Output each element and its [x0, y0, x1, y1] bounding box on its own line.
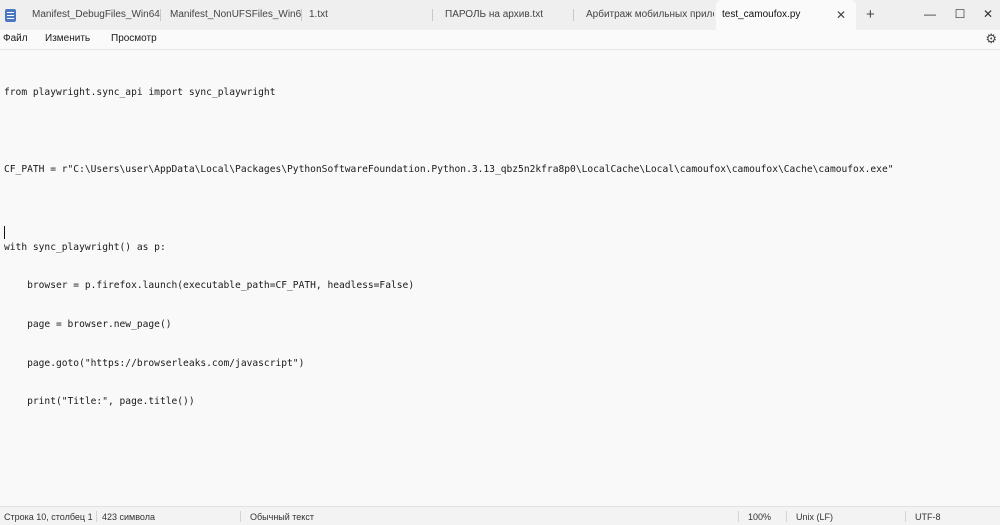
status-separator	[786, 511, 787, 522]
code-line: page = browser.new_page()	[4, 319, 172, 331]
notepad-app-icon	[5, 9, 16, 22]
tab-label: ПАРОЛЬ на архив.txt	[445, 9, 543, 20]
code-line: with sync_playwright() as p:	[4, 241, 166, 253]
text-editor[interactable]: from playwright.sync_api import sync_pla…	[0, 50, 1000, 506]
tab-parol-na-arhiv[interactable]: ПАРОЛЬ на архив.txt	[433, 0, 573, 30]
character-count: 423 символа	[102, 512, 155, 522]
text-caret	[4, 226, 5, 239]
status-bar: Строка 10, столбец 1 423 символа Обычный…	[0, 506, 1000, 525]
status-separator	[905, 511, 906, 522]
code-line: CF_PATH = r"C:\Users\user\AppData\Local\…	[4, 164, 894, 176]
close-icon[interactable]: ✕	[836, 0, 846, 30]
tab-test-camoufox[interactable]: test_camoufox.py ✕	[716, 0, 856, 30]
close-window-button[interactable]: ✕	[973, 0, 1000, 30]
menu-bar: Файл Изменить Просмотр ⚙	[0, 30, 1000, 50]
minimize-button[interactable]: —	[915, 0, 945, 30]
status-separator	[240, 511, 241, 522]
code-line: page.goto("https://browserleaks.com/java…	[4, 357, 305, 369]
code-line: from playwright.sync_api import sync_pla…	[4, 86, 276, 98]
encoding[interactable]: UTF-8	[915, 512, 941, 522]
tab-manifest-nonufsfiles[interactable]: Manifest_NonUFSFiles_Win64.txt	[161, 0, 301, 30]
document-format: Обычный текст	[250, 512, 314, 522]
tab-label: Manifest_DebugFiles_Win64.txt	[32, 9, 160, 20]
gear-icon[interactable]: ⚙	[985, 31, 997, 47]
code-line: print("Title:", page.title())	[4, 396, 195, 408]
tab-label: test_camoufox.py	[722, 9, 801, 20]
menu-file[interactable]: Файл	[3, 33, 28, 44]
tab-1-txt[interactable]: 1.txt	[302, 0, 432, 30]
tab-label: 1.txt	[309, 9, 328, 20]
tab-label: Manifest_NonUFSFiles_Win64.txt	[170, 9, 301, 20]
title-bar: Manifest_DebugFiles_Win64.txt Manifest_N…	[0, 0, 1000, 30]
tab-manifest-debugfiles[interactable]: Manifest_DebugFiles_Win64.txt	[20, 0, 160, 30]
menu-view[interactable]: Просмотр	[111, 33, 157, 44]
code-content[interactable]: from playwright.sync_api import sync_pla…	[4, 61, 894, 474]
code-line: browser = p.firefox.launch(executable_pa…	[4, 280, 415, 292]
menu-edit[interactable]: Изменить	[45, 33, 90, 44]
new-tab-button[interactable]: +	[866, 0, 875, 30]
line-ending[interactable]: Unix (LF)	[796, 512, 833, 522]
tab-label: Арбитраж мобильных приложен	[586, 9, 714, 20]
status-separator	[738, 511, 739, 522]
cursor-position: Строка 10, столбец 1	[4, 512, 93, 522]
status-separator	[96, 511, 97, 522]
tab-arbitrazh[interactable]: Арбитраж мобильных приложен	[574, 0, 714, 30]
zoom-level[interactable]: 100%	[748, 512, 771, 522]
maximize-button[interactable]: ☐	[945, 0, 975, 30]
